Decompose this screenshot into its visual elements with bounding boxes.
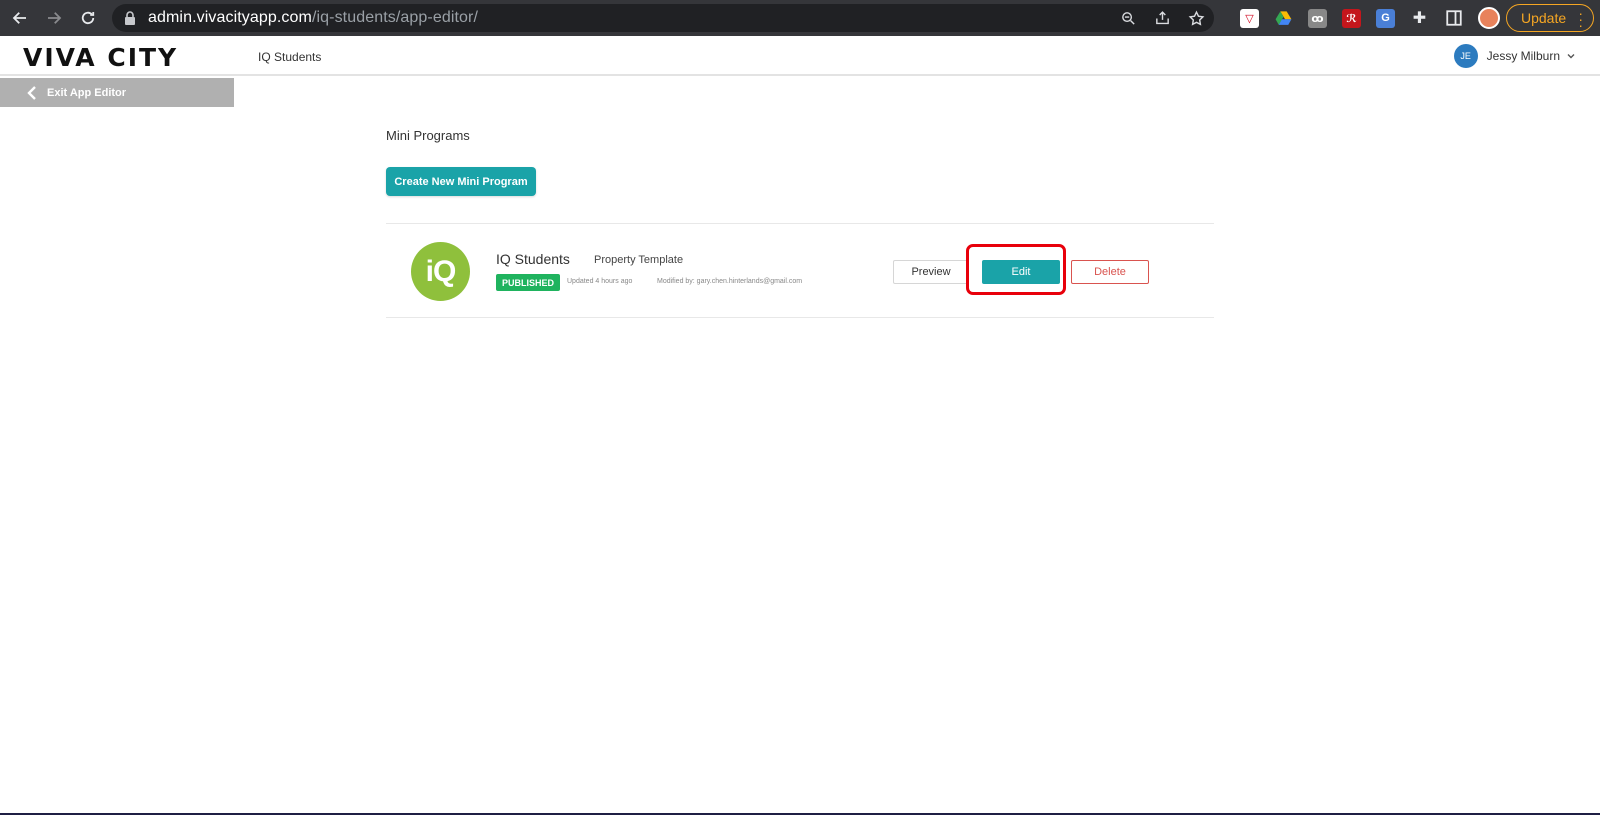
user-menu[interactable]: JE Jessy Milburn (1453, 44, 1600, 68)
program-logo: iQ (411, 242, 470, 301)
side-panel-icon[interactable] (1444, 9, 1463, 28)
forward-icon[interactable] (40, 4, 68, 32)
program-logo-text: iQ (425, 254, 457, 288)
update-label: Update (1521, 10, 1567, 26)
program-template: Property Template (594, 254, 684, 266)
zoom-icon[interactable] (1118, 8, 1138, 28)
lock-icon (125, 11, 135, 25)
mini-program-row: iQ IQ Students Property Template PUBLISH… (386, 223, 1214, 318)
extensions-puzzle-icon[interactable]: ✚ (1410, 9, 1429, 28)
pdf-extension-icon[interactable]: ℛ (1342, 8, 1361, 28)
hubspot-extension-icon[interactable]: ꝏ (1308, 8, 1327, 28)
edit-button[interactable]: Edit (982, 260, 1060, 284)
program-name: IQ Students (496, 251, 570, 267)
drive-extension-icon[interactable] (1274, 9, 1293, 28)
bookmark-star-icon[interactable] (1186, 8, 1206, 28)
pocket-extension-icon[interactable]: ▽ (1240, 8, 1259, 28)
browser-toolbar: admin.vivacityapp.com/iq-students/app-ed… (0, 0, 1600, 36)
address-bar[interactable]: admin.vivacityapp.com/iq-students/app-ed… (112, 4, 1214, 32)
current-app-name: IQ Students (258, 50, 322, 64)
translate-extension-icon[interactable]: G (1376, 8, 1395, 28)
page-title: Mini Programs (386, 128, 470, 143)
reload-icon[interactable] (74, 4, 102, 32)
chevron-left-icon (27, 85, 36, 100)
preview-button[interactable]: Preview (893, 260, 969, 284)
create-mini-program-button[interactable]: Create New Mini Program (386, 167, 536, 196)
app-header: VIVA CITY IQ Students JE Jessy Milburn (0, 36, 1600, 76)
viva-city-logo[interactable]: VIVA CITY (23, 43, 178, 72)
exit-app-editor-button[interactable]: Exit App Editor (0, 78, 234, 107)
user-name: Jessy Milburn (1486, 49, 1560, 63)
back-icon[interactable] (6, 4, 34, 32)
delete-button[interactable]: Delete (1071, 260, 1149, 284)
modified-by: Modified by: gary.chen.hinterlands@gmail… (657, 278, 803, 285)
menu-dots-icon: · · · (1578, 5, 1583, 33)
user-avatar: JE (1453, 44, 1478, 68)
status-badge: PUBLISHED (496, 274, 561, 291)
url-text: admin.vivacityapp.com/iq-students/app-ed… (148, 9, 479, 26)
share-icon[interactable] (1152, 8, 1172, 28)
exit-label: Exit App Editor (47, 86, 127, 99)
updated-time: Updated 4 hours ago (567, 278, 633, 285)
profile-avatar-icon[interactable] (1478, 7, 1500, 29)
update-button[interactable]: Update · · · (1506, 4, 1594, 32)
chevron-down-icon (1567, 54, 1575, 59)
